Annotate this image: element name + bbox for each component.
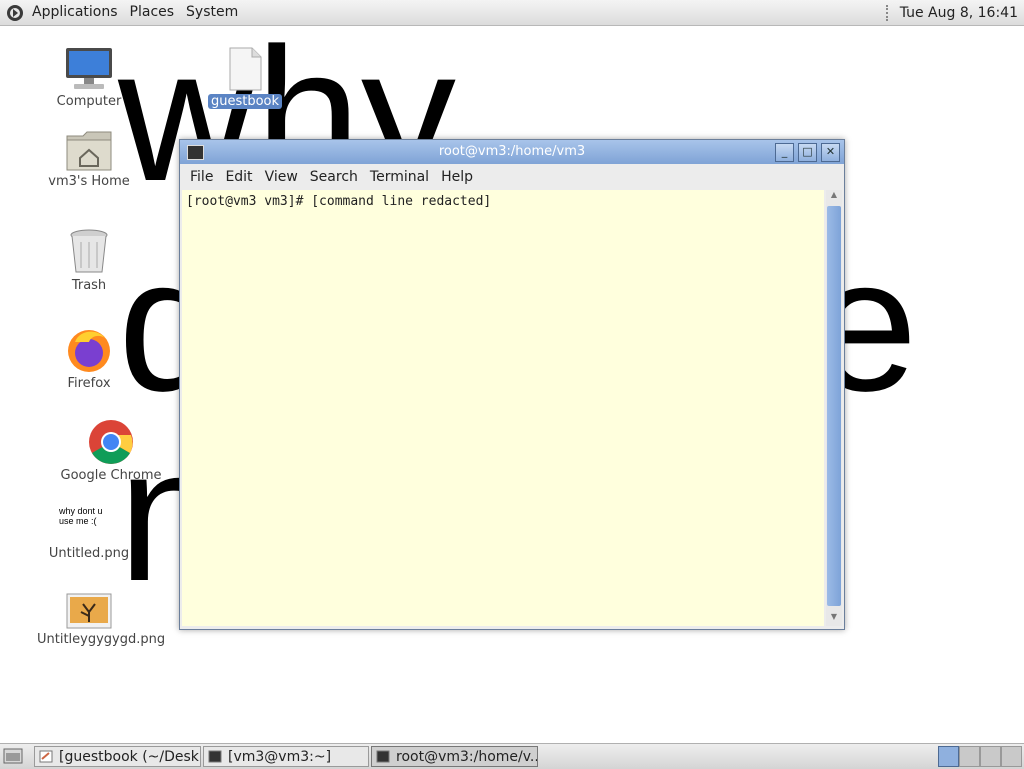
- terminal-window[interactable]: root@vm3:/home/vm3 _ □ ✕ File Edit View …: [179, 139, 845, 630]
- terminal-icon: [376, 750, 390, 763]
- panel-separator: [885, 4, 892, 21]
- icon-label: Trash: [71, 278, 107, 293]
- workspace-3[interactable]: [980, 746, 1001, 767]
- desktop-icon-trash[interactable]: Trash: [34, 228, 144, 293]
- taskbar-item-label: [vm3@vm3:~]: [228, 749, 332, 765]
- taskbar-item-guestbook[interactable]: [guestbook (~/Desk...: [34, 746, 201, 767]
- menu-view[interactable]: View: [259, 169, 304, 185]
- terminal-scrollbar[interactable]: ▲ ▼: [826, 190, 842, 626]
- chrome-icon: [89, 420, 133, 464]
- workspace-4[interactable]: [1001, 746, 1022, 767]
- menu-search[interactable]: Search: [304, 169, 364, 185]
- distro-logo-icon[interactable]: [6, 4, 24, 22]
- text-editor-icon: [39, 750, 53, 763]
- taskbar-item-label: [guestbook (~/Desk...: [59, 749, 201, 765]
- terminal-icon: [187, 145, 204, 160]
- image-file-icon: [66, 593, 112, 629]
- menu-edit[interactable]: Edit: [219, 169, 258, 185]
- icon-label: Firefox: [67, 376, 111, 391]
- workspace-1[interactable]: [938, 746, 959, 767]
- terminal-content[interactable]: [root@vm3 vm3]# [command line redacted]: [182, 190, 824, 626]
- taskbar-item-label: root@vm3:/home/v...: [396, 749, 538, 765]
- terminal-menubar: File Edit View Search Terminal Help: [180, 164, 844, 190]
- image-thumbnail: why dont u use me :(: [59, 506, 119, 540]
- trash-icon: [70, 229, 108, 273]
- icon-label: vm3's Home: [48, 174, 130, 189]
- text-file-icon: [229, 47, 262, 91]
- maximize-button[interactable]: □: [798, 143, 817, 162]
- terminal-icon: [208, 750, 222, 763]
- icon-label: Google Chrome: [60, 468, 162, 483]
- scrollbar-thumb[interactable]: [827, 206, 841, 606]
- menu-terminal[interactable]: Terminal: [364, 169, 435, 185]
- bottom-panel: [guestbook (~/Desk... [vm3@vm3:~] root@v…: [0, 743, 1024, 769]
- scroll-down-icon[interactable]: ▼: [826, 612, 842, 626]
- desktop-icon-google-chrome[interactable]: Google Chrome: [56, 418, 166, 483]
- icon-label: guestbook: [207, 94, 283, 109]
- scroll-up-icon[interactable]: ▲: [826, 190, 842, 204]
- terminal-prompt-line: [root@vm3 vm3]# [command line redacted]: [186, 194, 492, 209]
- thumbnail-text: why dont u use me :(: [59, 506, 103, 526]
- clock[interactable]: Tue Aug 8, 16:41: [900, 5, 1018, 21]
- menu-file[interactable]: File: [184, 169, 219, 185]
- applications-menu[interactable]: Applications: [26, 0, 124, 25]
- desktop-icon-home[interactable]: vm3's Home: [34, 128, 144, 189]
- menu-help[interactable]: Help: [435, 169, 479, 185]
- desktop-icon-untitled-png[interactable]: why dont u use me :( Untitled.png: [34, 506, 144, 561]
- taskbar-item-vm3-terminal[interactable]: [vm3@vm3:~]: [203, 746, 369, 767]
- desktop-icon-guestbook[interactable]: guestbook: [190, 46, 300, 109]
- icon-label: Untitleygygygd.png: [37, 632, 166, 647]
- firefox-icon: [68, 330, 110, 372]
- icon-label: Untitled.png: [48, 546, 130, 561]
- computer-icon: [66, 48, 112, 89]
- show-desktop-icon[interactable]: [3, 748, 23, 764]
- window-title: root@vm3:/home/vm3: [438, 144, 586, 159]
- desktop-icon-computer[interactable]: Computer: [34, 46, 144, 109]
- minimize-button[interactable]: _: [775, 143, 794, 162]
- desktop-icon-firefox[interactable]: Firefox: [34, 326, 144, 391]
- icon-label: Computer: [56, 94, 122, 109]
- terminal-titlebar[interactable]: root@vm3:/home/vm3 _ □ ✕: [180, 140, 844, 164]
- close-button[interactable]: ✕: [821, 143, 840, 162]
- workspace-2[interactable]: [959, 746, 980, 767]
- desktop-icon-untitleygygygd-png[interactable]: Untitleygygygd.png: [34, 592, 165, 647]
- taskbar-item-root-terminal[interactable]: root@vm3:/home/v...: [371, 746, 538, 767]
- home-folder-icon: [66, 131, 112, 171]
